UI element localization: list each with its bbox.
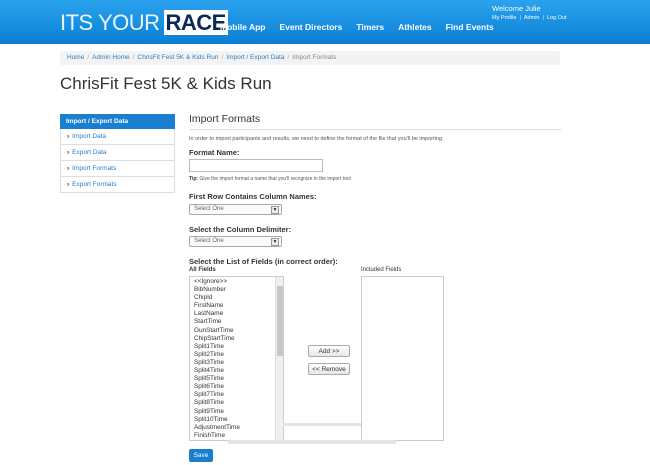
- chevron-right-icon: ›: [67, 165, 70, 172]
- intro-text: In order to import participants and resu…: [189, 136, 444, 142]
- first-row-label: First Row Contains Column Names:: [189, 192, 317, 201]
- welcome-text: Welcome Julie: [492, 4, 541, 13]
- main-nav: Mobile App Event Directors Timers Athlet…: [220, 22, 494, 32]
- included-fields-list[interactable]: [361, 276, 444, 441]
- list-item[interactable]: LastName: [194, 310, 279, 318]
- list-item[interactable]: Split7Time: [194, 391, 279, 399]
- breadcrumb: Home / Admin Home / ChrisFit Fest 5K & Kids …: [60, 51, 560, 65]
- logo-text: ITS YOUR: [60, 10, 160, 35]
- list-item[interactable]: ChipStartTime: [194, 335, 279, 343]
- chevron-down-icon: ▼: [271, 238, 279, 246]
- all-fields-label: All Fields: [189, 267, 216, 273]
- nav-timers[interactable]: Timers: [356, 22, 384, 32]
- sidebar: Import / Export Data › Import Data › Expor…: [60, 114, 175, 193]
- page-title: ChrisFit Fest 5K & Kids Run: [60, 74, 272, 93]
- list-item[interactable]: Split1Time: [194, 343, 279, 351]
- list-item[interactable]: Split8Time: [194, 399, 279, 407]
- chevron-down-icon: ▼: [271, 206, 279, 214]
- top-bar: ITS YOUR RACE Mobile App Event Directors …: [0, 0, 650, 44]
- list-item[interactable]: Split5Time: [194, 375, 279, 383]
- sidebar-item-export-data[interactable]: › Export Data: [60, 145, 175, 161]
- breadcrumb-admin-home[interactable]: Admin Home: [92, 54, 130, 61]
- list-item[interactable]: AdjustmentTime: [194, 424, 279, 432]
- nav-event-directors[interactable]: Event Directors: [279, 22, 342, 32]
- list-item[interactable]: Split9Time: [194, 408, 279, 416]
- log-out-link[interactable]: Log Out: [547, 15, 567, 21]
- format-name-input[interactable]: [189, 159, 323, 172]
- list-item[interactable]: FinishTime: [194, 432, 279, 440]
- nav-find-events[interactable]: Find Events: [446, 22, 494, 32]
- nav-mobile-app[interactable]: Mobile App: [220, 22, 265, 32]
- remove-field-button[interactable]: << Remove: [308, 363, 350, 375]
- user-panel: Welcome Julie My Profile | Admin | Log O…: [492, 4, 567, 21]
- chevron-right-icon: ›: [67, 181, 70, 188]
- breadcrumb-event[interactable]: ChrisFit Fest 5K & Kids Run: [138, 54, 219, 61]
- chevron-right-icon: ›: [67, 133, 70, 140]
- site-logo[interactable]: ITS YOUR RACE: [60, 10, 228, 36]
- sidebar-item-import-formats[interactable]: › Import Formats: [60, 161, 175, 177]
- chevron-right-icon: ›: [67, 149, 70, 156]
- format-name-label: Format Name:: [189, 148, 240, 157]
- list-item[interactable]: ChipId: [194, 294, 279, 302]
- sidebar-item-label: Import Data: [72, 133, 107, 140]
- scrollbar-thumb[interactable]: [277, 286, 283, 356]
- list-item[interactable]: Split10Time: [194, 416, 279, 424]
- sidebar-item-label: Import Formats: [72, 165, 117, 172]
- list-item[interactable]: <<Ignore>>: [194, 278, 279, 286]
- section-title: Import Formats: [189, 113, 561, 130]
- separator: |: [542, 15, 544, 21]
- nav-athletes[interactable]: Athletes: [398, 22, 432, 32]
- list-item[interactable]: Split2Time: [194, 351, 279, 359]
- all-fields-list[interactable]: <<Ignore>> BibNumber ChipId FirstName LastNa…: [189, 276, 284, 441]
- list-item[interactable]: BibNumber: [194, 286, 279, 294]
- breadcrumb-import-export[interactable]: Import / Export Data: [226, 54, 284, 61]
- add-field-button[interactable]: Add >>: [308, 345, 350, 357]
- first-row-select[interactable]: Select One ▼: [189, 204, 282, 215]
- sidebar-item-export-formats[interactable]: › Export Formats: [60, 177, 175, 193]
- list-item[interactable]: Split3Time: [194, 359, 279, 367]
- included-fields-label: Included Fields: [361, 267, 402, 273]
- list-item[interactable]: FirstName: [194, 302, 279, 310]
- my-profile-link[interactable]: My Profile: [492, 15, 516, 21]
- delimiter-label: Select the Column Delimiter:: [189, 225, 292, 234]
- delimiter-select[interactable]: Select One ▼: [189, 236, 282, 247]
- main-content: Import Formats In order to import partic…: [189, 113, 561, 142]
- admin-link[interactable]: Admin: [524, 15, 540, 21]
- save-button[interactable]: Save: [189, 449, 213, 462]
- sidebar-item-label: Export Data: [72, 149, 107, 156]
- logo-text-bold: RACE: [163, 10, 228, 35]
- fields-label: Select the List of Fields (in correct or…: [189, 257, 338, 266]
- list-item[interactable]: Split4Time: [194, 367, 279, 375]
- sidebar-item-label: Export Formats: [72, 181, 117, 188]
- breadcrumb-current: Import Formats: [292, 54, 337, 61]
- separator: |: [519, 15, 521, 21]
- scrollbar[interactable]: [275, 277, 283, 440]
- breadcrumb-home[interactable]: Home: [67, 54, 84, 61]
- list-item[interactable]: GunStartTime: [194, 327, 279, 335]
- sidebar-heading: Import / Export Data: [60, 114, 175, 129]
- list-item[interactable]: Split6Time: [194, 383, 279, 391]
- horizontal-scrollbar[interactable]: [228, 440, 396, 444]
- tip-text: Tip: Give the import format a name that …: [189, 176, 351, 182]
- sidebar-item-import-data[interactable]: › Import Data: [60, 129, 175, 145]
- list-item[interactable]: StartTime: [194, 318, 279, 326]
